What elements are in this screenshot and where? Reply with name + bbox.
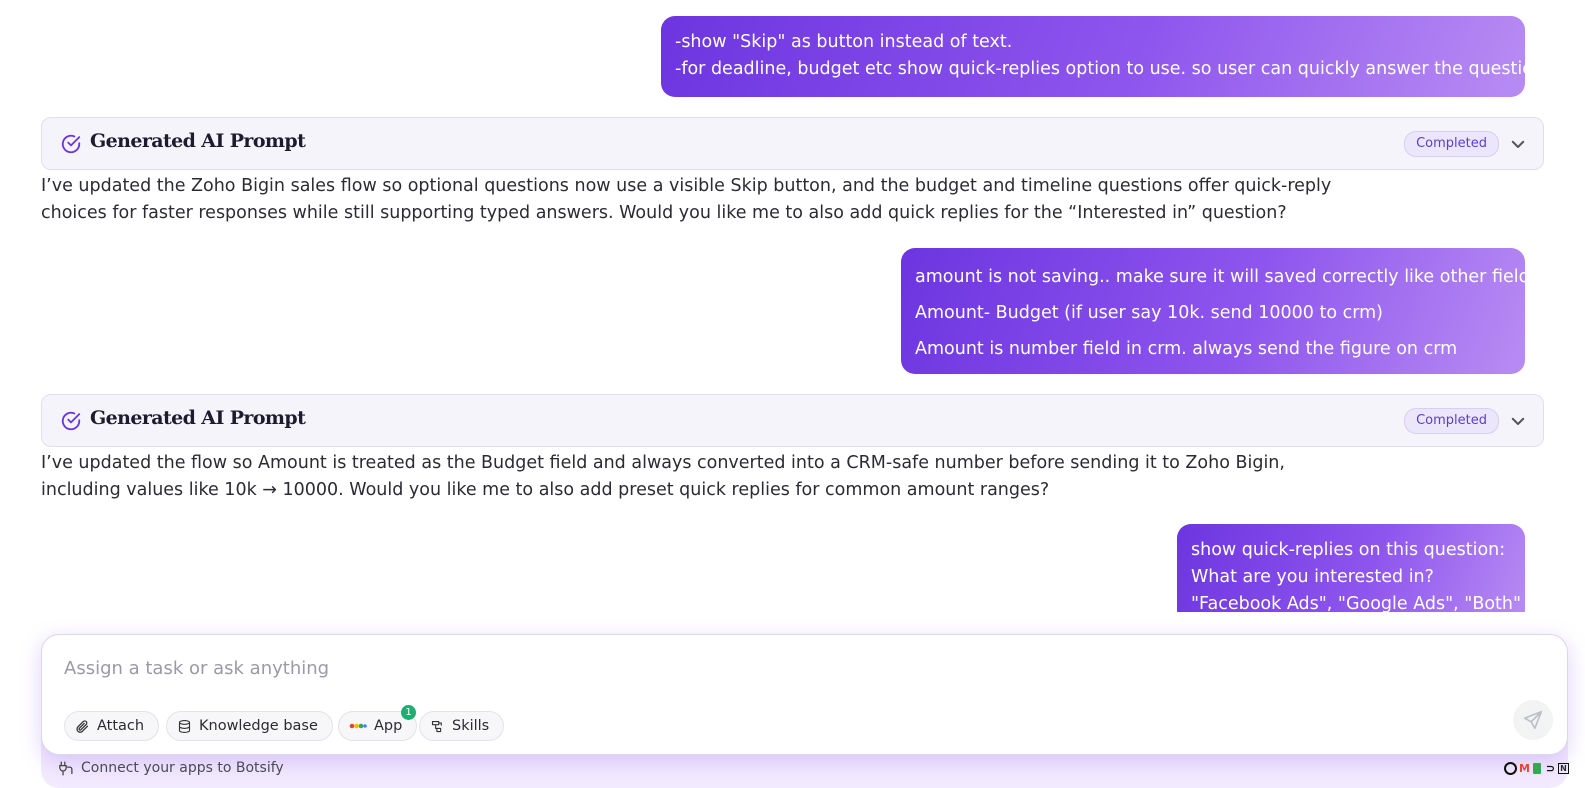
chevron-down-icon[interactable] — [1509, 412, 1527, 430]
task-input[interactable] — [62, 649, 1366, 687]
app-label: App — [374, 718, 403, 734]
app-count-badge: 1 — [401, 705, 416, 720]
check-circle-icon — [61, 134, 81, 154]
message-line: amount is not saving.. make sure it will… — [915, 267, 1545, 287]
message-line: I’ve updated the flow so Amount is treat… — [41, 453, 1285, 473]
gmail-icon: M — [1519, 761, 1530, 775]
user-message: amount is not saving.. make sure it will… — [901, 248, 1545, 374]
message-line: What are you interested in? — [1191, 567, 1434, 587]
message-line: show quick-replies on this question: — [1191, 540, 1506, 560]
skills-label: Skills — [452, 718, 490, 734]
send-button[interactable] — [1513, 700, 1553, 740]
app-logo-icon: ⊃ — [1545, 761, 1556, 775]
prompt-title: Generated AI Prompt — [90, 407, 306, 429]
message-line: choices for faster responses while still… — [41, 203, 1287, 223]
app-logo-icon — [1504, 761, 1517, 775]
connected-app-logos: M ⊃ N — [1503, 760, 1569, 776]
assistant-message: I’ve updated the flow so Amount is treat… — [41, 450, 1341, 504]
message-line: Amount- Budget (if user say 10k. send 10… — [915, 303, 1383, 323]
chat-thread: -show "Skip" as button instead of text. … — [0, 0, 1585, 612]
notion-icon: N — [1558, 762, 1569, 774]
status-badge: Completed — [1404, 408, 1499, 434]
composer: Attach Knowledge base App 1 Skills — [41, 634, 1568, 755]
user-message: show quick-replies on this question: Wha… — [1177, 524, 1525, 612]
attach-button[interactable]: Attach — [64, 711, 160, 741]
assistant-message: I’ve updated the Zoho Bigin sales flow s… — [41, 173, 1341, 227]
check-circle-icon — [61, 411, 81, 431]
status-badge: Completed — [1404, 131, 1499, 157]
paperclip-icon — [76, 719, 89, 733]
prompt-title: Generated AI Prompt — [90, 130, 306, 152]
chevron-down-icon[interactable] — [1509, 135, 1527, 153]
sheets-icon — [1533, 762, 1541, 774]
knowledge-base-label: Knowledge base — [199, 718, 318, 734]
send-icon — [1523, 710, 1543, 730]
connect-apps-text: Connect your apps to Botsify — [81, 760, 284, 776]
message-line: Amount is number field in crm. always se… — [915, 339, 1458, 359]
attach-label: Attach — [97, 718, 145, 734]
message-line: -show "Skip" as button instead of text. — [675, 32, 1013, 52]
connect-apps-link[interactable]: Connect your apps to Botsify — [57, 757, 284, 779]
message-line: "Facebook Ads", "Google Ads", "Both" — [1191, 594, 1522, 612]
app-grid-icon — [349, 723, 367, 729]
generated-prompt-card[interactable]: Generated AI Prompt Completed — [41, 394, 1544, 447]
message-line: -for deadline, budget etc show quick-rep… — [675, 59, 1559, 79]
database-icon — [178, 719, 191, 733]
knowledge-base-button[interactable]: Knowledge base — [166, 711, 333, 741]
message-line: including values like 10k → 10000. Would… — [41, 480, 1050, 500]
message-line: I’ve updated the Zoho Bigin sales flow s… — [41, 176, 1332, 196]
generated-prompt-card[interactable]: Generated AI Prompt Completed — [41, 117, 1544, 170]
plug-icon — [59, 760, 73, 776]
skills-icon — [431, 720, 442, 732]
user-message: -show "Skip" as button instead of text. … — [661, 16, 1559, 97]
skills-button[interactable]: Skills — [419, 711, 505, 741]
